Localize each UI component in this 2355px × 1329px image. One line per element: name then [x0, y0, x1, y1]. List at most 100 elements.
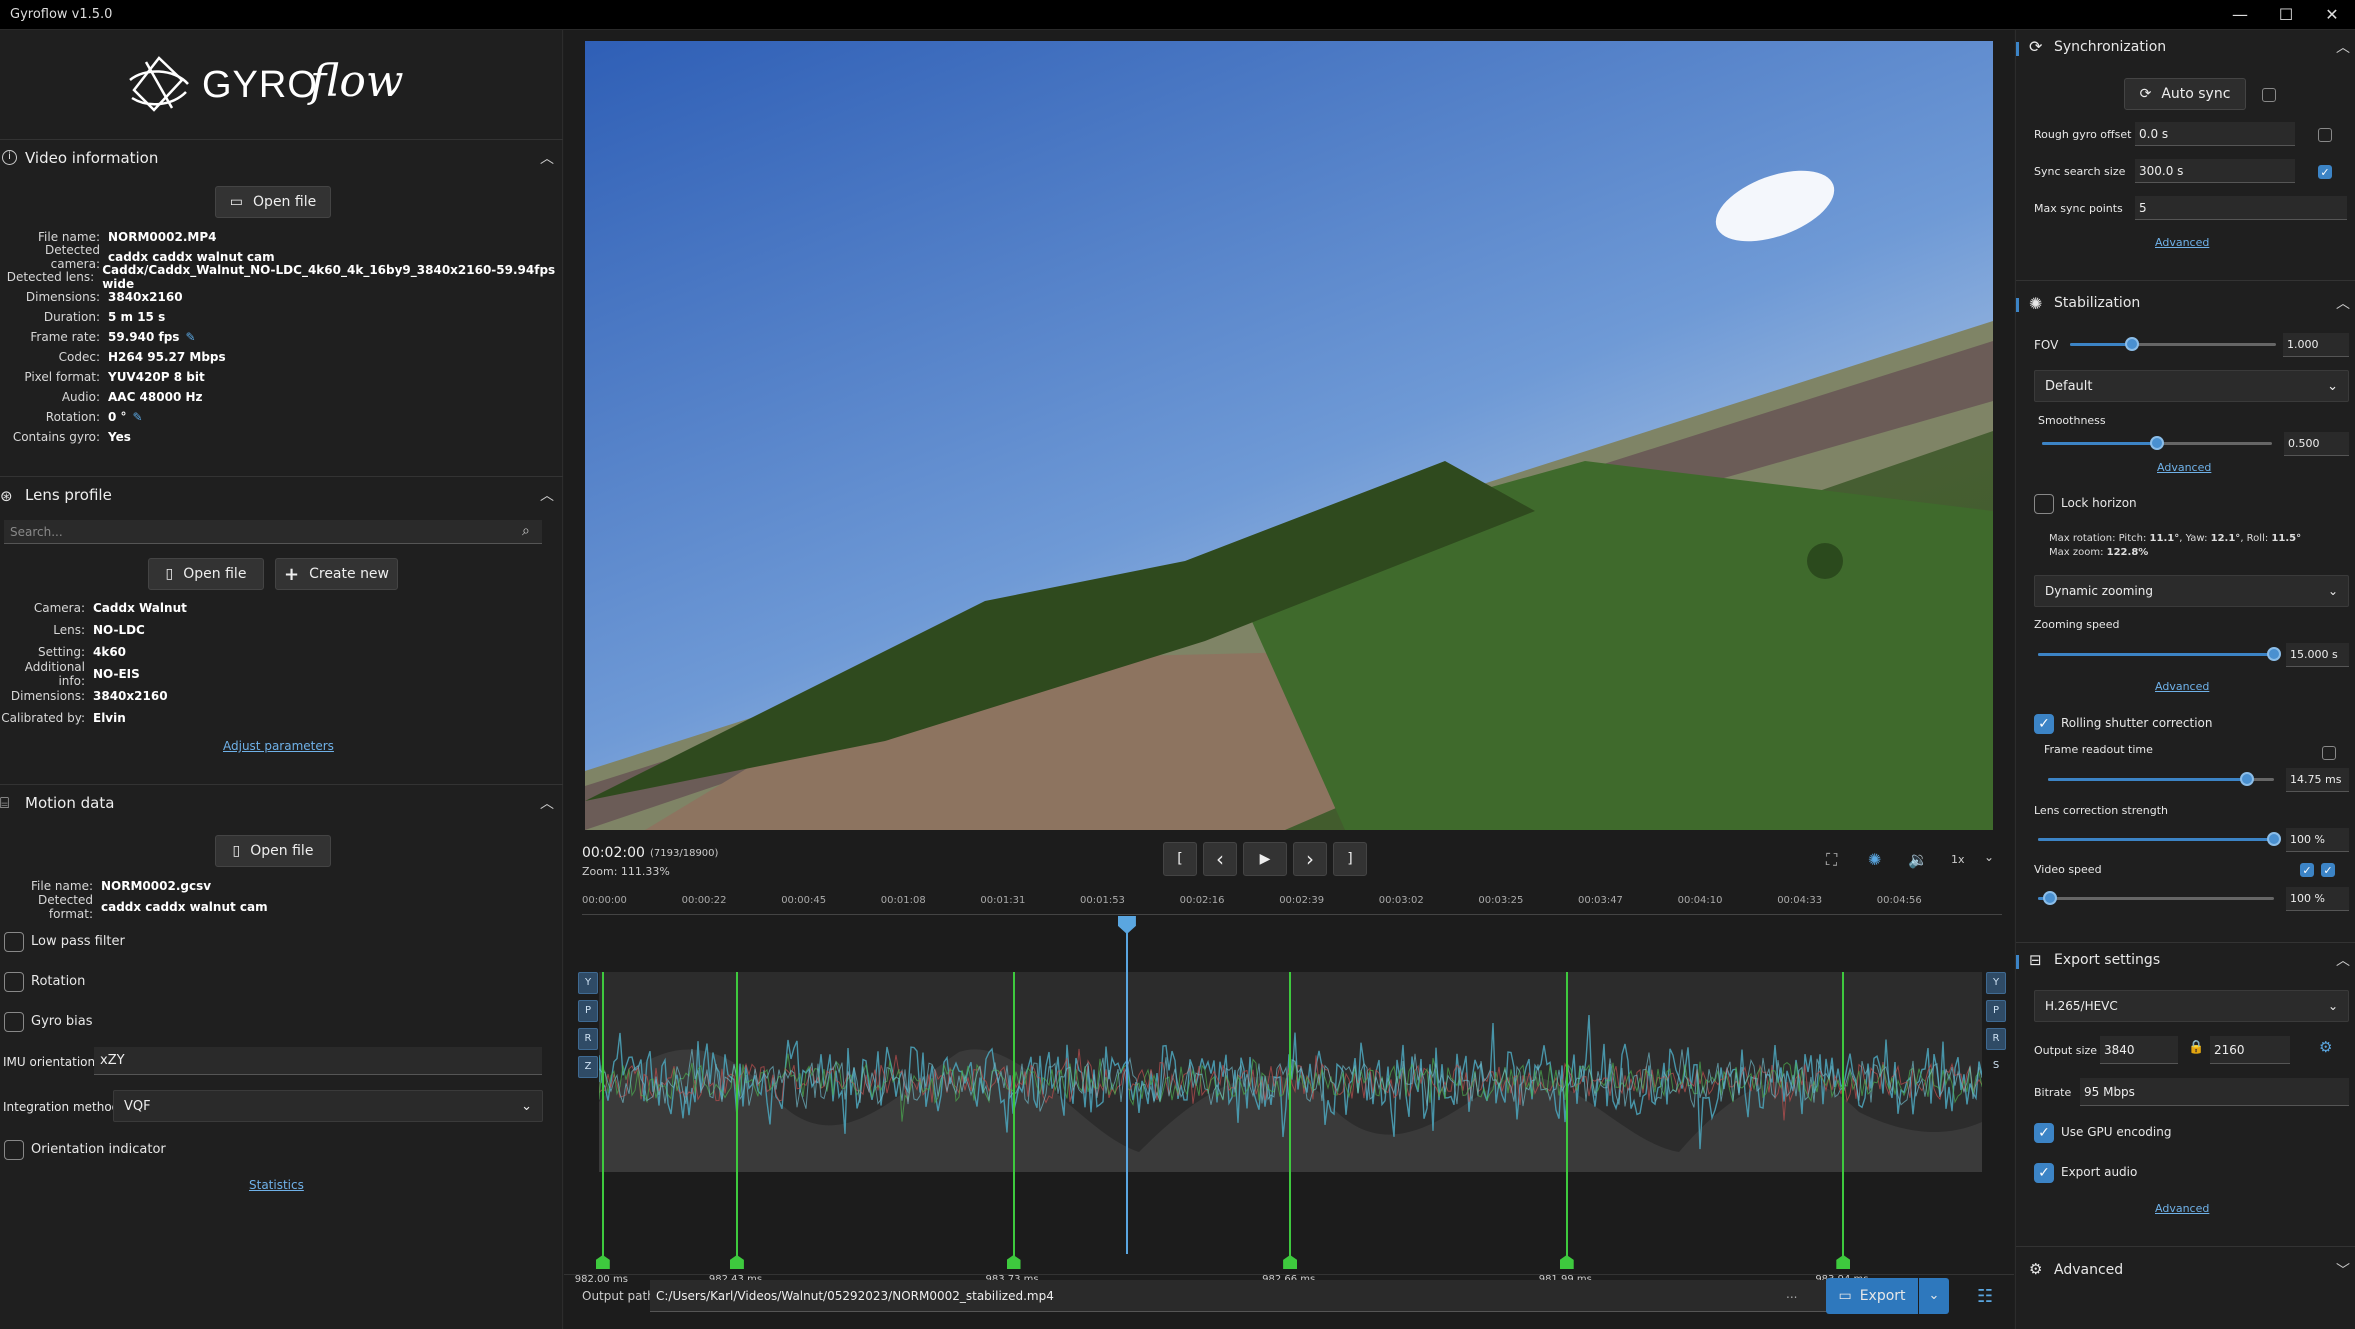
video-info-header[interactable]: i Video information ︿ [0, 139, 563, 175]
sync-point-marker[interactable] [1559, 1255, 1574, 1269]
export-audio-checkbox[interactable] [2034, 1163, 2054, 1183]
axis-toggle-y[interactable]: Y [1986, 972, 2006, 994]
slider-handle[interactable] [2042, 891, 2057, 905]
bitrate-input[interactable]: 95 Mbps [2080, 1078, 2349, 1106]
video-preview[interactable] [585, 41, 1993, 830]
sync-title[interactable]: Synchronization [2054, 39, 2166, 55]
lens-profile-header[interactable]: ⊛ Lens profile ︿ [0, 476, 563, 512]
lens-search-input[interactable]: Search... [4, 520, 542, 544]
slider-handle[interactable] [2150, 436, 2164, 450]
sync-point-marker[interactable] [729, 1255, 744, 1269]
zoom-advanced-link[interactable]: Advanced [2155, 680, 2209, 693]
axis-toggle-y[interactable]: Y [578, 972, 598, 994]
statistics-link[interactable]: Statistics [249, 1178, 304, 1192]
sync-search-checkbox[interactable] [2318, 165, 2332, 179]
video-speed-checkbox-2[interactable] [2321, 863, 2335, 877]
chevron-up-icon[interactable]: ︿ [2336, 293, 2350, 313]
create-new-button[interactable]: + Create new [275, 558, 398, 590]
next-frame-button[interactable]: › [1293, 842, 1327, 876]
chevron-up-icon[interactable]: ︿ [2336, 37, 2350, 57]
output-path-input[interactable]: C:/Users/Karl/Videos/Walnut/05292023/NOR… [650, 1280, 1850, 1312]
imu-orientation-input[interactable]: xZY [94, 1047, 542, 1075]
volume-icon[interactable]: 🔉 [1908, 850, 1928, 869]
export-settings-title[interactable]: Export settings [2054, 952, 2160, 968]
zooming-speed-input[interactable]: 15.000 s [2286, 643, 2349, 667]
axis-toggle-s[interactable]: S [1986, 1056, 2006, 1078]
rotation-checkbox[interactable] [4, 972, 24, 992]
low-pass-checkbox[interactable] [4, 932, 24, 952]
gear-icon[interactable]: ⚙ [2319, 1038, 2332, 1056]
frame-readout-input[interactable]: 14.75 ms [2286, 768, 2349, 792]
stab-advanced-link[interactable]: Advanced [2157, 461, 2211, 474]
codec-dropdown[interactable]: H.265/HEVC ⌄ [2034, 990, 2349, 1022]
fit-view-icon[interactable]: ⛶ [1826, 850, 1837, 870]
gpu-encoding-checkbox[interactable] [2034, 1123, 2054, 1143]
maximize-button[interactable]: ☐ [2263, 0, 2309, 30]
zooming-method-dropdown[interactable]: Dynamic zooming ⌄ [2034, 575, 2349, 607]
slider-handle[interactable] [2124, 337, 2139, 351]
play-button[interactable]: ▶ [1243, 842, 1287, 876]
search-icon[interactable]: ⌕ [522, 523, 530, 539]
export-options-button[interactable]: ⌄ [1919, 1278, 1949, 1314]
rough-offset-input[interactable]: 0.0 s [2135, 122, 2295, 146]
chevron-down-icon[interactable]: ⌄ [1984, 850, 1994, 864]
chevron-up-icon[interactable]: ︿ [2336, 950, 2350, 970]
lens-strength-input[interactable]: 100 % [2286, 828, 2349, 852]
slider-handle[interactable] [2267, 647, 2281, 661]
motion-data-header[interactable]: ⌸ Motion data ︿ [0, 784, 563, 820]
integration-method-dropdown[interactable]: VQF ⌄ [113, 1090, 543, 1122]
smoothing-method-dropdown[interactable]: Default ⌄ [2034, 370, 2349, 402]
smoothness-input[interactable]: 0.500 [2284, 432, 2349, 456]
sync-point-marker[interactable] [1836, 1255, 1851, 1269]
edit-icon[interactable]: ✎ [185, 330, 195, 344]
render-queue-icon[interactable]: ☷ [1977, 1286, 1993, 1307]
max-sync-input[interactable]: 5 [2135, 196, 2347, 220]
edit-icon[interactable]: ✎ [133, 410, 143, 424]
browse-output-button[interactable]: ... [1786, 1287, 1797, 1301]
gyro-bias-checkbox[interactable] [4, 1012, 24, 1032]
sync-point-marker[interactable] [1006, 1255, 1021, 1269]
advanced-section-title[interactable]: Advanced [2054, 1262, 2123, 1278]
output-width-input[interactable]: 3840 [2100, 1036, 2178, 1064]
set-in-point-button[interactable]: [ [1163, 842, 1197, 876]
playback-speed[interactable]: 1x [1951, 853, 1965, 866]
sync-point-marker[interactable] [1283, 1255, 1298, 1269]
frame-readout-checkbox[interactable] [2322, 746, 2336, 760]
orientation-indicator-checkbox[interactable] [4, 1140, 24, 1160]
axis-toggle-r[interactable]: R [1986, 1028, 2006, 1050]
playhead-handle[interactable] [1117, 916, 1136, 934]
lock-icon[interactable]: 🔒 [2188, 1040, 2204, 1055]
adjust-parameters-link[interactable]: Adjust parameters [223, 739, 334, 753]
slider-handle[interactable] [2267, 832, 2281, 846]
auto-sync-button[interactable]: ⟳ Auto sync [2124, 78, 2246, 110]
previous-frame-button[interactable]: ‹ [1203, 842, 1237, 876]
motion-open-file-button[interactable]: ▯ Open file [215, 835, 331, 867]
close-button[interactable]: ✕ [2309, 0, 2355, 30]
sync-point-marker[interactable] [595, 1255, 610, 1269]
video-open-file-button[interactable]: ▭ Open file [215, 186, 331, 218]
lens-open-file-button[interactable]: ▯ Open file [148, 558, 264, 590]
rolling-shutter-checkbox[interactable] [2034, 714, 2054, 734]
slider-track[interactable] [2038, 897, 2274, 900]
slider-handle[interactable] [2239, 772, 2254, 786]
video-speed-checkbox-1[interactable] [2300, 863, 2314, 877]
video-speed-input[interactable]: 100 % [2286, 887, 2349, 911]
auto-sync-checkbox[interactable] [2262, 88, 2276, 102]
axis-toggle-z[interactable]: Z [578, 1056, 598, 1078]
chevron-down-icon[interactable]: ﹀ [2336, 1260, 2350, 1280]
axis-toggle-r[interactable]: R [578, 1028, 598, 1050]
sync-search-input[interactable]: 300.0 s [2135, 159, 2295, 183]
output-height-input[interactable]: 2160 [2210, 1036, 2290, 1064]
axis-toggle-p[interactable]: P [1986, 1000, 2006, 1022]
rough-offset-checkbox[interactable] [2318, 128, 2332, 142]
lock-horizon-checkbox[interactable] [2034, 494, 2054, 514]
export-button[interactable]: ▭ Export [1826, 1278, 1918, 1314]
axis-toggle-p[interactable]: P [578, 1000, 598, 1022]
minimize-button[interactable]: — [2217, 0, 2263, 30]
fov-input[interactable]: 1.000 [2283, 333, 2349, 357]
stabilization-title[interactable]: Stabilization [2054, 295, 2140, 311]
set-out-point-button[interactable]: ] [1333, 842, 1367, 876]
stabilization-toggle-icon[interactable]: ✺ [1868, 850, 1881, 869]
timeline[interactable]: 00:00:00 00:00:22 00:00:45 00:01:08 00:01:31… [575, 892, 2006, 1312]
playhead[interactable] [1117, 916, 1136, 1254]
